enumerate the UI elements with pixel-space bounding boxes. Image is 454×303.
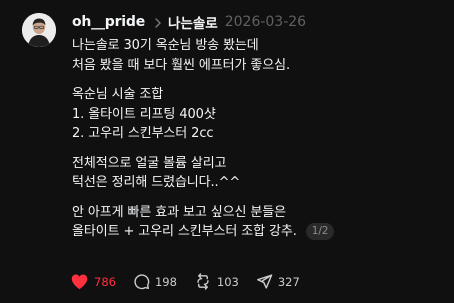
post-paragraph: 전체적으로 얼굴 볼륨 살리고 턱선은 정리해 드렸습니다..^^ [72, 154, 442, 193]
comment-button[interactable]: 198 [133, 273, 177, 290]
share-button[interactable]: 327 [256, 273, 300, 290]
share-count: 327 [277, 274, 300, 289]
post-line-text: 올타이트 + 고우리 스킨부스터 조합 강추. [72, 224, 297, 239]
post-line: 처음 봤을 때 보다 훨씬 에프터가 좋으심. [72, 57, 290, 73]
post-line: 나는솔로 30기 옥순님 방송 봤는데 [72, 38, 259, 53]
post-body: 나는솔로 30기 옥순님 방송 봤는데 처음 봤을 때 보다 훨씬 에프터가 좋… [72, 36, 442, 252]
post-date: 2026-03-26 [224, 14, 307, 30]
heart-icon [70, 273, 89, 290]
post-line: 1. 올타이트 리프팅 400샷 [72, 106, 216, 122]
send-icon [256, 273, 273, 290]
community-tag[interactable]: 나는솔로 [168, 12, 218, 32]
username[interactable]: oh__pride [72, 14, 145, 30]
comment-bubble-icon [133, 273, 150, 290]
post-line: 2. 고우리 스킨부스터 2cc [72, 126, 214, 141]
post-line: 옥순님 시술 조합 [72, 87, 164, 102]
post-header: oh__pride 나는솔로 2026-03-26 [72, 12, 306, 32]
like-count: 786 [94, 274, 116, 289]
chevron-right-icon [153, 15, 163, 29]
post-line: 턱선은 정리해 드렸습니다..^^ [72, 175, 241, 190]
repost-icon [194, 273, 212, 290]
post-paragraph: 나는솔로 30기 옥순님 방송 봤는데 처음 봤을 때 보다 훨씬 에프터가 좋… [72, 36, 442, 75]
post-line: 안 아프게 빠른 효과 보고 싶으신 분들은 [72, 204, 286, 220]
post-paragraph: 안 아프게 빠른 효과 보고 싶으신 분들은 올타이트 + 고우리 스킨부스터 … [72, 203, 442, 242]
repost-button[interactable]: 103 [194, 273, 239, 290]
post-last-line: 올타이트 + 고우리 스킨부스터 조합 강추. 1/2 [72, 222, 442, 242]
page-indicator[interactable]: 1/2 [305, 223, 335, 241]
like-button[interactable]: 786 [70, 273, 116, 290]
action-bar: 786 198 103 327 [70, 273, 317, 290]
post-line: 전체적으로 얼굴 볼륨 살리고 [72, 155, 227, 171]
comment-count: 198 [154, 274, 177, 289]
post-paragraph: 옥순님 시술 조합 1. 올타이트 리프팅 400샷 2. 고우리 스킨부스터 … [72, 85, 442, 144]
avatar[interactable] [22, 13, 56, 47]
repost-count: 103 [216, 274, 239, 289]
